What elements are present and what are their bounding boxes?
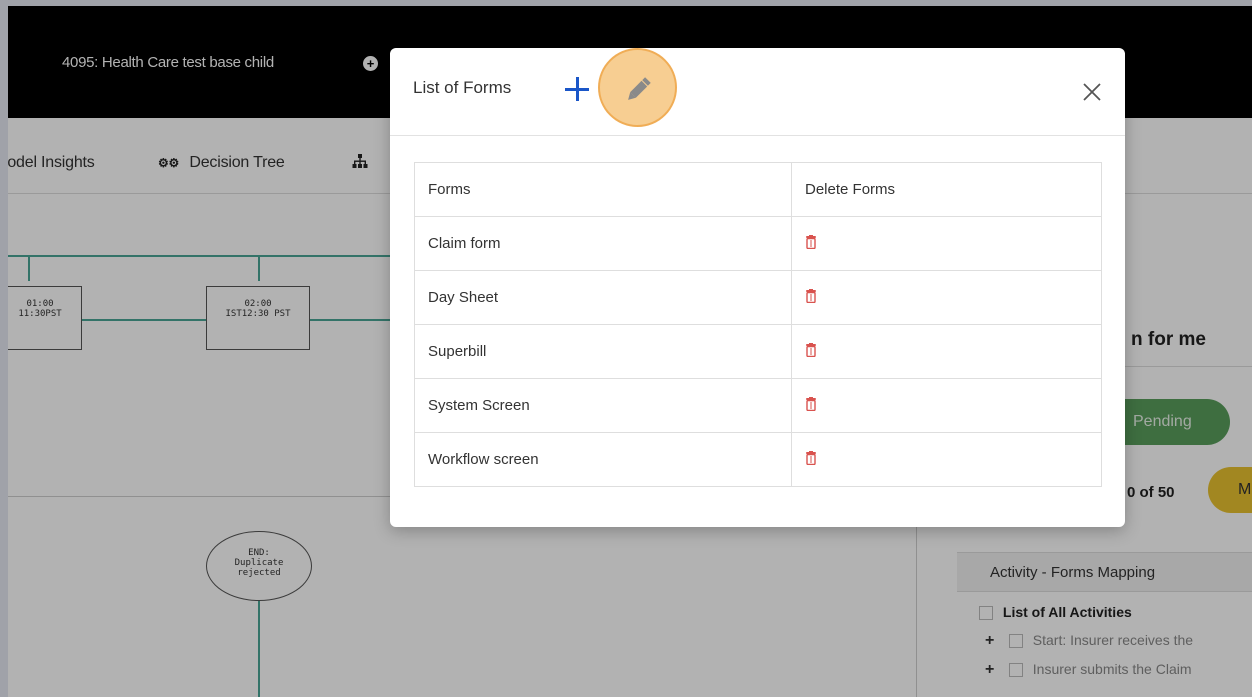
close-icon (1083, 83, 1101, 101)
form-name: Claim form (414, 216, 792, 271)
delete-cell (791, 324, 1102, 379)
table-row: Claim form (414, 216, 1102, 271)
form-name: System Screen (414, 378, 792, 433)
trash-icon[interactable] (805, 288, 817, 303)
pencil-icon (628, 77, 651, 100)
forms-table: Forms Delete Forms Claim form Day Sheet … (414, 162, 1102, 487)
delete-cell (791, 432, 1102, 487)
close-modal-button[interactable] (1080, 80, 1104, 104)
table-row: Day Sheet (414, 270, 1102, 325)
list-of-forms-modal: List of Forms Forms Delete Forms Claim f… (390, 48, 1125, 527)
delete-cell (791, 378, 1102, 433)
delete-cell (791, 270, 1102, 325)
delete-cell (791, 216, 1102, 271)
add-form-button[interactable] (562, 74, 592, 104)
trash-icon[interactable] (805, 396, 817, 411)
table-header-row: Forms Delete Forms (414, 162, 1102, 217)
trash-icon[interactable] (805, 342, 817, 357)
plus-icon-stem (576, 77, 579, 101)
table-row: System Screen (414, 378, 1102, 433)
trash-icon[interactable] (805, 234, 817, 249)
column-header-delete-forms: Delete Forms (791, 162, 1102, 217)
modal-title: List of Forms (413, 78, 512, 97)
modal-header: List of Forms (390, 48, 1125, 136)
form-name: Workflow screen (414, 432, 792, 487)
form-name: Day Sheet (414, 270, 792, 325)
column-header-forms: Forms (414, 162, 792, 217)
table-row: Workflow screen (414, 432, 1102, 487)
trash-icon[interactable] (805, 450, 817, 465)
edit-forms-button[interactable] (622, 74, 654, 106)
form-name: Superbill (414, 324, 792, 379)
table-row: Superbill (414, 324, 1102, 379)
